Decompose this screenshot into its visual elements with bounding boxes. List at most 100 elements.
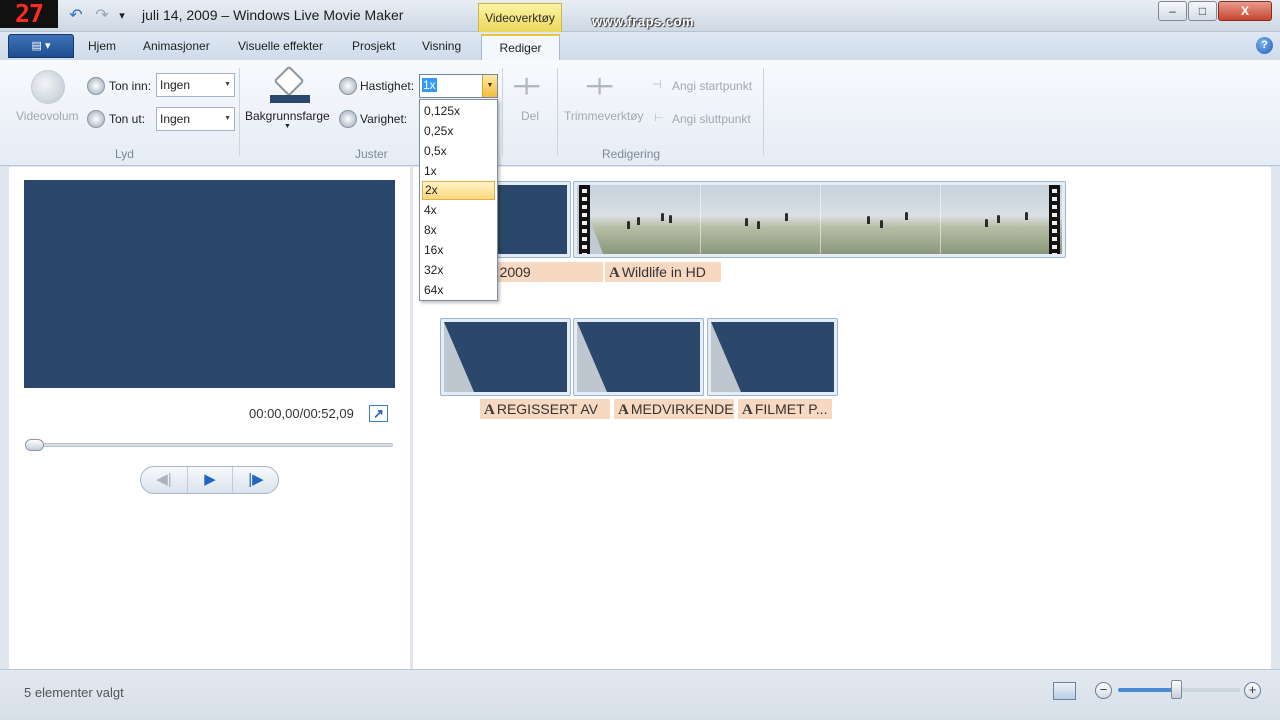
bird-shape [745,218,748,226]
chevron-down-icon[interactable]: ▼ [482,75,497,97]
credits-clip-1[interactable] [440,318,571,396]
bird-shape [637,217,640,225]
playback-controls: ◀| ▶ |▶ [140,466,279,494]
stopwatch-icon [339,77,357,95]
hastighet-dropdown-list: 0,125x 0,25x 0,5x 1x 2x 4x 8x 16x 32x 64… [419,99,498,301]
group-separator [763,68,764,156]
bird-shape [867,216,870,224]
video-clip[interactable] [573,181,1066,258]
redo-icon[interactable]: ↷ [92,6,112,26]
bird-shape [661,213,664,221]
ton-inn-select[interactable]: Ingen ▼ [156,73,235,97]
angi-startpunkt-button[interactable]: Angi startpunkt [672,79,752,93]
speed-option-025x[interactable]: 0,25x [422,122,495,141]
caption-filmet-pa[interactable]: A FILMET P... [738,399,832,419]
zoom-out-button[interactable]: − [1095,682,1112,699]
bird-shape [997,215,1000,223]
speed-option-64x[interactable]: 64x [422,281,495,300]
caption-medvirkende[interactable]: A MEDVIRKENDE [614,399,734,419]
bird-shape [880,220,883,228]
thumbnail-size-icon[interactable] [1053,682,1076,700]
tab-visning[interactable]: Visning [422,39,461,53]
ton-ut-select[interactable]: Ingen ▼ [156,107,235,131]
credits-clip-2[interactable] [573,318,704,396]
chevron-down-icon: ▼ [224,115,231,122]
fade-out-icon [87,110,105,128]
hastighet-select[interactable]: 1x ▼ [419,74,498,98]
caption-text: MEDVIRKENDE [630,401,734,417]
zoom-in-button[interactable]: + [1244,682,1261,699]
maximize-button[interactable]: □ [1188,1,1217,21]
tab-visuelle-effekter[interactable]: Visuelle effekter [238,39,323,53]
caption-wildlife[interactable]: A Wildlife in HD [605,262,721,282]
app-menu-button[interactable]: ▤ ▾ [8,34,74,58]
bird-shape [785,213,788,221]
paint-bucket-icon [270,65,310,104]
close-button[interactable]: X [1218,1,1272,21]
play-button[interactable]: ▶ [187,467,233,493]
clip-thumbnail [444,322,567,392]
speed-option-1x[interactable]: 1x [422,162,495,181]
clip-filmstrip [577,185,1062,254]
bird-shape [905,212,908,220]
text-caption-icon: A [618,402,629,418]
fps-counter: 27 [0,0,58,28]
hastighet-value[interactable]: 1x [422,78,437,92]
video-preview[interactable] [24,180,395,388]
caption-regissert-av[interactable]: A REGISSERT AV [480,399,610,419]
speed-option-0125x[interactable]: 0,125x [422,102,495,121]
chevron-down-icon: ▼ [224,81,231,88]
speed-option-32x[interactable]: 32x [422,261,495,280]
previous-frame-button[interactable]: ◀| [141,467,187,493]
transition-wedge [577,322,607,392]
videovolum-button[interactable]: Videovolum [16,109,78,123]
group-label-lyd: Lyd [115,147,134,161]
angi-sluttpunkt-button[interactable]: Angi sluttpunkt [672,112,751,126]
undo-icon[interactable]: ↶ [66,6,86,26]
customize-quick-access-icon[interactable]: ▾ [112,6,132,26]
speed-option-4x[interactable]: 4x [422,201,495,220]
speed-option-16x[interactable]: 16x [422,241,495,260]
tab-rediger[interactable]: Rediger [481,34,560,61]
caption-date[interactable]: 4, 2009 [480,262,603,282]
hastighet-label: Hastighet: [360,79,415,93]
fullscreen-icon[interactable]: ↗ [369,405,388,422]
speed-option-05x[interactable]: 0,5x [422,142,495,161]
set-start-icon: ⊣ [652,79,662,91]
bird-shape [1025,212,1028,220]
set-end-icon: ⊢ [654,112,664,124]
seek-handle[interactable] [25,439,44,451]
credits-clip-3[interactable] [707,318,838,396]
frame-divider [940,185,941,254]
bird-shape [985,219,988,227]
fade-in-icon [87,77,105,95]
transition-wedge [444,322,474,392]
zoom-slider-handle[interactable] [1171,680,1182,699]
ton-inn-value: Ingen [160,78,191,92]
window-title: juli 14, 2009 – Windows Live Movie Maker [142,7,404,23]
group-label-juster: Juster [355,147,388,161]
tab-animasjoner[interactable]: Animasjoner [143,39,210,53]
speed-option-8x[interactable]: 8x [422,221,495,240]
minimize-button[interactable]: – [1158,1,1187,21]
del-button[interactable]: Del [521,109,539,123]
seek-bar[interactable] [25,443,393,447]
clip-thumbnail [577,322,700,392]
group-label-redigering: Redigering [602,147,661,161]
next-frame-button[interactable]: |▶ [233,467,279,493]
bakgrunnsfarge-button[interactable]: Bakgrunnsfarge [245,109,330,123]
text-caption-icon: A [609,265,620,281]
bird-shape [627,221,630,229]
group-separator [239,68,240,156]
varighet-label: Varighet: [360,112,408,126]
tab-hjem[interactable]: Hjem [88,39,116,53]
pane-splitter[interactable] [410,167,413,669]
speed-option-2x[interactable]: 2x [422,181,495,200]
status-bar [0,669,1280,720]
frame-divider [820,185,821,254]
trim-icon: ━╋━ [587,78,613,94]
title-bar: 27 ↶ ↷ ▾ juli 14, 2009 – Windows Live Mo… [0,0,1280,32]
trimmeverktoy-button[interactable]: Trimmeverktøy [564,109,644,123]
tab-prosjekt[interactable]: Prosjekt [352,39,395,53]
help-icon[interactable]: ? [1256,37,1273,54]
